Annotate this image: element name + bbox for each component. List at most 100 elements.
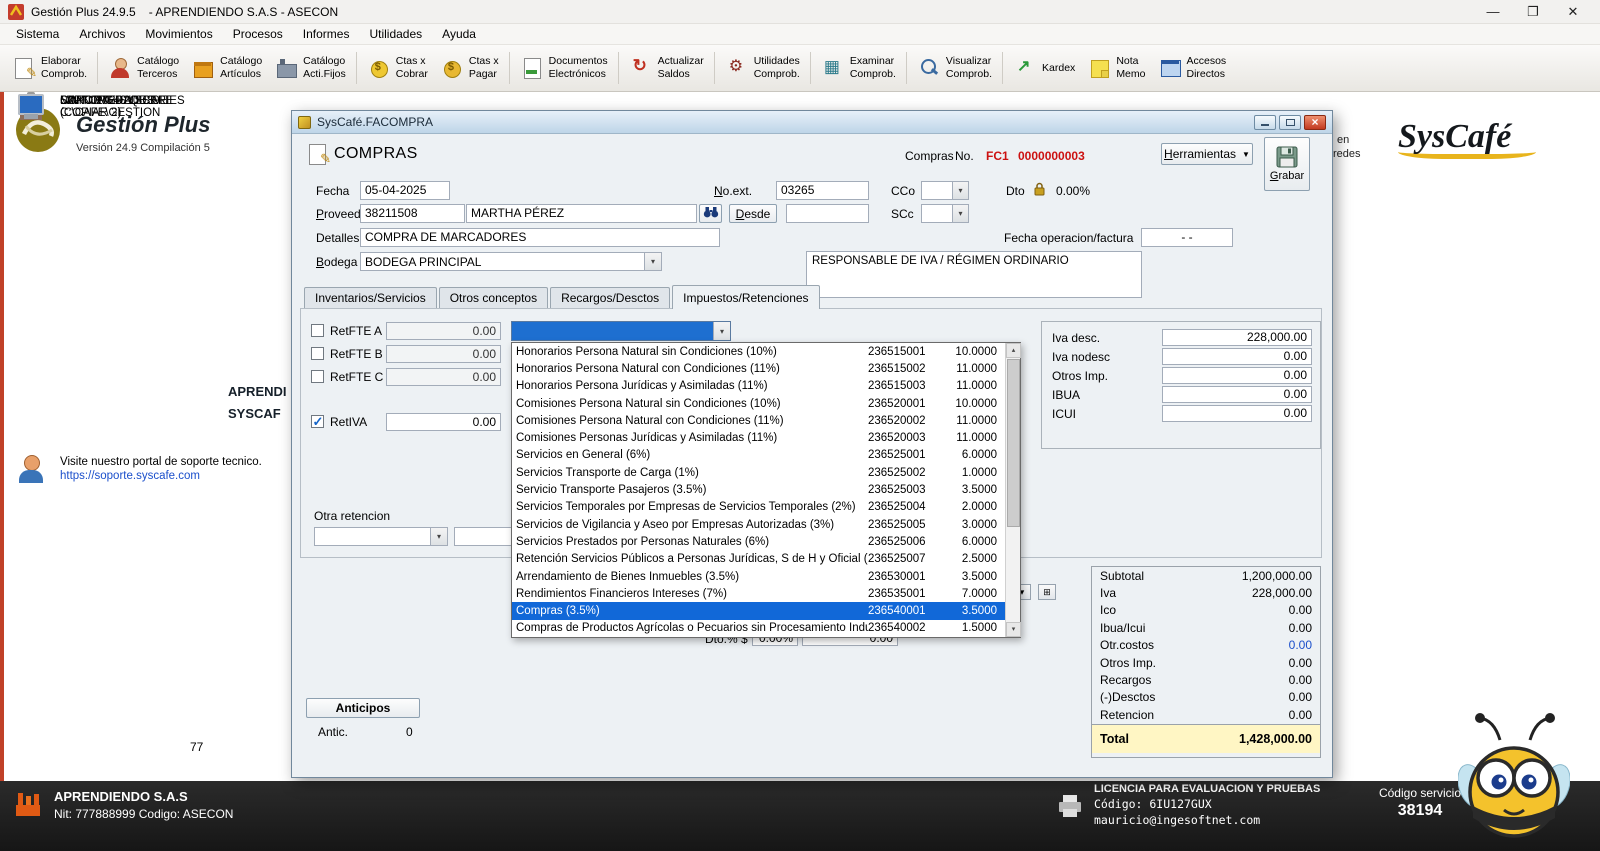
otra-retencion-input[interactable] bbox=[454, 527, 514, 546]
maximize-button[interactable]: ❐ bbox=[1526, 4, 1540, 20]
iva-value-field[interactable]: 0.00 bbox=[1162, 367, 1312, 384]
retfte-concepto-combo[interactable]: ▾ bbox=[511, 321, 731, 341]
ctas-x-pagar-button[interactable]: Ctas x Pagar bbox=[434, 52, 510, 83]
tax-option[interactable]: Comisiones Personas Jurídicas y Asimilad… bbox=[512, 429, 1005, 446]
close-button[interactable]: ✕ bbox=[1566, 4, 1580, 20]
retfte-a-checkbox[interactable] bbox=[311, 324, 324, 337]
menu-item[interactable]: Ayuda bbox=[432, 25, 486, 43]
tax-option[interactable]: Rendimientos Financieros Intereses (7%) … bbox=[512, 585, 1005, 602]
retiva-value[interactable]: 0.00 bbox=[386, 413, 501, 431]
tax-option[interactable]: Comisiones Persona Natural sin Condicion… bbox=[512, 395, 1005, 412]
grabar-button[interactable]: Grabar bbox=[1264, 137, 1310, 191]
tax-dropdown-list: Honorarios Persona Natural sin Condicion… bbox=[511, 342, 1021, 638]
utilidades-comprob-button[interactable]: Utilidades Comprob. bbox=[719, 52, 811, 83]
tab[interactable]: Inventarios/Servicios bbox=[304, 287, 437, 309]
buscar-proveedor-button[interactable] bbox=[699, 204, 722, 223]
sidebar-item-equipo[interactable]: LAPTOP-3P2QU39E C:\CAFE\GESTION bbox=[16, 92, 256, 122]
desde-input[interactable] bbox=[786, 204, 869, 223]
iva-row: Iva desc. 228,000.00 bbox=[1042, 328, 1320, 347]
magnifier-icon bbox=[917, 57, 941, 79]
scc-label: SCc bbox=[891, 207, 914, 221]
tax-option[interactable]: Honorarios Persona Natural con Condicion… bbox=[512, 360, 1005, 377]
desde-button[interactable]: Desde bbox=[729, 204, 777, 223]
examinar-comprob-button[interactable]: Examinar Comprob. bbox=[815, 52, 907, 83]
proveedor-id-input[interactable]: 38211508 bbox=[360, 204, 465, 223]
kardex-button[interactable]: Kardex bbox=[1007, 54, 1081, 82]
tab[interactable]: Recargos/Desctos bbox=[550, 287, 670, 309]
noext-label: No.ext. bbox=[714, 184, 752, 198]
tab[interactable]: Otros conceptos bbox=[439, 287, 548, 309]
tax-option[interactable]: Servicio Transporte Pasajeros (3.5%) 236… bbox=[512, 481, 1005, 498]
bodega-select[interactable]: BODEGA PRINCIPAL ▾ bbox=[360, 252, 662, 271]
iva-row: Iva nodesc 0.00 bbox=[1042, 347, 1320, 366]
menu-item[interactable]: Utilidades bbox=[359, 25, 432, 43]
dialog-minimize-button[interactable] bbox=[1254, 115, 1276, 130]
scc-combo[interactable]: ▾ bbox=[921, 204, 969, 223]
fecha-input[interactable]: 05-04-2025 bbox=[360, 181, 450, 200]
portal-link[interactable]: https://soporte.syscafe.com bbox=[60, 470, 262, 482]
tax-option[interactable]: Servicios de Vigilancia y Aseo por Empre… bbox=[512, 516, 1005, 533]
elaborar-comprob-button[interactable]: Elaborar Comprob. bbox=[6, 52, 98, 83]
tax-option[interactable]: Servicios en General (6%) 236525001 6.00… bbox=[512, 447, 1005, 464]
tax-option[interactable]: Servicios Transporte de Carga (1%) 23652… bbox=[512, 464, 1005, 481]
tax-option[interactable]: Servicios Prestados por Personas Natural… bbox=[512, 533, 1005, 550]
menu-item[interactable]: Procesos bbox=[223, 25, 293, 43]
nota-memo-button[interactable]: Nota Memo bbox=[1081, 52, 1151, 83]
record-count: 77 bbox=[190, 740, 203, 754]
visualizar-comprob-button[interactable]: Visualizar Comprob. bbox=[911, 52, 1003, 83]
tax-option[interactable]: Comisiones Persona Natural con Condicion… bbox=[512, 412, 1005, 429]
tax-option[interactable]: Honorarios Persona Natural sin Condicion… bbox=[512, 343, 1005, 360]
syscafe-logo: SysCafé bbox=[1398, 118, 1536, 159]
menu-item[interactable]: Informes bbox=[293, 25, 360, 43]
dialog-close-button[interactable]: × bbox=[1304, 115, 1326, 130]
retfte-a-label: RetFTE A bbox=[330, 324, 382, 338]
noext-input[interactable]: 03265 bbox=[776, 181, 869, 200]
iva-value-field[interactable]: 0.00 bbox=[1162, 405, 1312, 422]
anticipos-button[interactable]: Anticipos bbox=[306, 698, 420, 718]
cco-combo[interactable]: ▾ bbox=[921, 181, 969, 200]
document-edit-icon bbox=[12, 57, 36, 79]
dialog-titlebar[interactable]: SysCafé.FACOMPRA × bbox=[292, 111, 1332, 134]
retfte-c-value[interactable]: 0.00 bbox=[386, 368, 501, 386]
actualizar-saldos-button[interactable]: Actualizar Saldos bbox=[623, 52, 715, 83]
scroll-down-arrow[interactable]: ▾ bbox=[1006, 622, 1021, 637]
chevron-down-icon[interactable]: ▾ bbox=[713, 322, 730, 340]
retiva-checkbox[interactable] bbox=[311, 415, 324, 428]
catalogo-terceros-button[interactable]: Catálogo Terceros bbox=[102, 52, 185, 83]
retfte-c-checkbox[interactable] bbox=[311, 370, 324, 383]
documentos-electronicos-button[interactable]: Documentos Electrónicos bbox=[514, 52, 619, 83]
retfte-b-checkbox[interactable] bbox=[311, 347, 324, 360]
retfte-a-value[interactable]: 0.00 bbox=[386, 322, 501, 340]
tax-option[interactable]: Servicios Temporales por Empresas de Ser… bbox=[512, 499, 1005, 516]
tax-option[interactable]: Retención Servicios Públicos a Personas … bbox=[512, 551, 1005, 568]
iva-value-field[interactable]: 0.00 bbox=[1162, 348, 1312, 365]
tab[interactable]: Impuestos/Retenciones bbox=[672, 285, 819, 309]
add-line-button[interactable]: ⊞ bbox=[1038, 584, 1056, 600]
proveedor-nombre-input[interactable]: MARTHA PÉREZ bbox=[466, 204, 697, 223]
menu-item[interactable]: Sistema bbox=[6, 25, 69, 43]
detalles-input[interactable]: COMPRA DE MARCADORES bbox=[360, 228, 720, 247]
iva-value-field[interactable]: 228,000.00 bbox=[1162, 329, 1312, 346]
catalogo-articulos-button[interactable]: Catálogo Artículos bbox=[185, 52, 268, 83]
menu-item[interactable]: Movimientos bbox=[135, 25, 222, 43]
fecha-operacion-input[interactable]: - - bbox=[1141, 228, 1233, 247]
tax-option[interactable]: Honorarios Persona Jurídicas y Asimilada… bbox=[512, 378, 1005, 395]
minimize-button[interactable]: — bbox=[1486, 4, 1500, 20]
herramientas-button[interactable]: Herramientas ▼ bbox=[1161, 143, 1253, 165]
menu-item[interactable]: Archivos bbox=[69, 25, 135, 43]
gear-icon bbox=[725, 57, 749, 79]
scroll-thumb[interactable] bbox=[1007, 359, 1020, 527]
accesos-directos-button[interactable]: Accesos Directos bbox=[1152, 52, 1233, 83]
catalogo-actifijos-button[interactable]: Catálogo Acti.Fijos bbox=[268, 52, 357, 83]
retfte-b-value[interactable]: 0.00 bbox=[386, 345, 501, 363]
sidebar: Gestión Plus Versión 24.9 Compilación 5 … bbox=[4, 92, 288, 781]
iva-value-field[interactable]: 0.00 bbox=[1162, 386, 1312, 403]
tax-option[interactable]: Compras (3.5%) 236540001 3.5000 bbox=[512, 602, 1005, 619]
dialog-maximize-button[interactable] bbox=[1279, 115, 1301, 130]
otra-retencion-combo[interactable]: ▾ bbox=[314, 527, 448, 546]
scrollbar[interactable]: ▴ ▾ bbox=[1005, 343, 1020, 637]
ctas-x-cobrar-button[interactable]: Ctas x Cobrar bbox=[361, 52, 434, 83]
scroll-up-arrow[interactable]: ▴ bbox=[1006, 343, 1021, 358]
tax-option[interactable]: Arrendamiento de Bienes Inmuebles (3.5%)… bbox=[512, 568, 1005, 585]
tax-option[interactable]: Compras de Productos Agrícolas o Pecuari… bbox=[512, 620, 1005, 637]
